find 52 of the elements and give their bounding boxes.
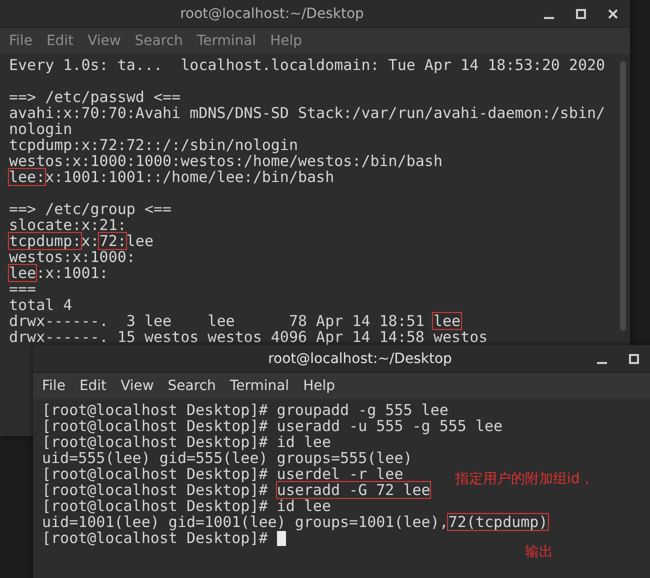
highlighted-text: 72: xyxy=(99,233,126,249)
terminal-text: [root@localhost Desktop]# groupadd -g 555 lee xyxy=(42,402,448,418)
maximize-icon[interactable] xyxy=(576,8,586,18)
menu-item[interactable]: Help xyxy=(263,31,309,51)
maximize-icon[interactable] xyxy=(629,354,639,364)
terminal-text: nologin xyxy=(9,121,72,137)
terminal-text: total 4 xyxy=(9,297,72,313)
menu-item[interactable]: Edit xyxy=(39,31,81,51)
menu-item[interactable]: Search xyxy=(128,31,190,51)
menu-item[interactable]: View xyxy=(80,31,128,51)
terminal-text: drwx------. 15 westos westos 4096 Apr 14 14:58 westos xyxy=(9,329,488,345)
annotation-note: 指定用户的附加组id， xyxy=(455,470,594,488)
window-title: root@localhost:~/Desktop xyxy=(267,350,453,366)
terminal-text: slocate:x:21: xyxy=(9,217,126,233)
terminal-text: westos:x:1000:1000:westos:/home/westos:/bin/bash xyxy=(9,153,442,169)
menu-item[interactable]: Terminal xyxy=(190,31,264,51)
terminal-text: ==> /etc/group <== xyxy=(9,201,172,217)
terminal-text: uid=1001(lee) gid=1001(lee) groups=1001(lee), xyxy=(42,514,448,530)
highlighted-text: 72(tcpdump) xyxy=(448,514,548,530)
terminal-text: drwx------. 3 lee lee 78 Apr 14 18:51 xyxy=(9,313,426,329)
terminal-text: [root@localhost Desktop]# xyxy=(42,482,269,498)
terminal-text: [root@localhost Desktop]# xyxy=(42,530,268,546)
highlighted-text: tcpdump: xyxy=(9,233,82,249)
terminal-text: tcpdump:x:72:72::/:/sbin/nologin xyxy=(9,137,298,153)
annotation-note: 输出 xyxy=(525,543,553,561)
highlighted-text: lee: xyxy=(9,169,46,185)
terminal-text: avahi:x:70:70:Avahi mDNS/DNS-SD Stack:/var/run/avahi-daemon:/sbin/ xyxy=(9,105,606,121)
terminal-text: [root@localhost Desktop]# useradd -u 555 -g 555 lee xyxy=(42,418,503,434)
menu-item[interactable]: View xyxy=(114,376,161,396)
menu-item[interactable]: Help xyxy=(296,376,342,396)
terminal-text: ==> /etc/passwd <== xyxy=(9,89,181,105)
menu-item[interactable]: File xyxy=(35,376,72,396)
highlighted-text: lee xyxy=(9,265,36,281)
menu-item[interactable]: Edit xyxy=(72,376,114,396)
menu-item[interactable]: Terminal xyxy=(222,376,296,396)
terminal-text: === xyxy=(9,281,36,297)
terminal-text: [root@localhost Desktop]# id lee xyxy=(42,498,331,514)
highlighted-text: useradd -G 72 lee xyxy=(276,482,430,498)
terminal-text: [root@localhost Desktop]# id lee xyxy=(42,434,331,450)
close-icon[interactable] xyxy=(608,8,618,18)
terminal-text: :x:1001: xyxy=(36,265,108,281)
terminal-text: x: xyxy=(81,233,100,249)
terminal-text: Every 1.0s: ta... localhost.localdomain: Tue Apr 14 18:53:20 2020 xyxy=(9,57,606,73)
window-title: root@localhost:~/Desktop xyxy=(179,6,365,22)
terminal-text: uid=555(lee) gid=555(lee) groups=555(lee) xyxy=(42,450,412,466)
menu-item[interactable]: File xyxy=(2,31,40,51)
scrollbar[interactable] xyxy=(620,61,626,331)
highlighted-text: lee xyxy=(433,313,461,329)
terminal-text: lee xyxy=(126,233,154,249)
menu-item[interactable]: Search xyxy=(160,376,223,396)
terminal-text: westos:x:1000: xyxy=(9,249,136,265)
terminal-text: [root@localhost Desktop]# userdel -r lee xyxy=(42,466,404,482)
